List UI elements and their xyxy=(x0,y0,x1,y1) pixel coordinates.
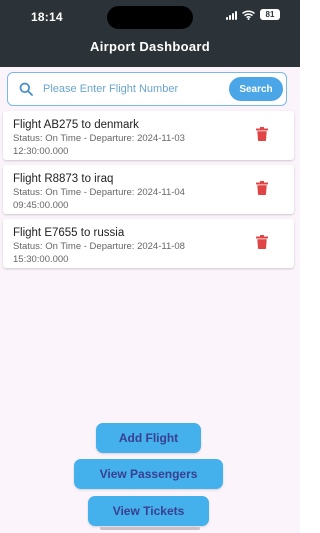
camera-notch xyxy=(107,6,193,29)
flight-list: Flight AB275 to denmark Status: On Time … xyxy=(3,111,294,273)
search-bar: Search xyxy=(7,72,287,106)
flight-title: Flight R8873 to iraq xyxy=(13,173,114,185)
add-flight-button[interactable]: Add Flight xyxy=(96,423,201,453)
flight-status: Status: On Time - Departure: 2024-11-08 xyxy=(13,241,185,252)
flight-card[interactable]: Flight AB275 to denmark Status: On Time … xyxy=(3,111,294,160)
flight-title: Flight AB275 to denmark xyxy=(13,119,139,131)
trash-icon[interactable] xyxy=(256,181,268,195)
battery-icon: 81 xyxy=(260,9,280,20)
flight-time: 09:45:00.000 xyxy=(13,200,69,211)
trash-icon[interactable] xyxy=(256,235,268,249)
flight-card[interactable]: Flight R8873 to iraq Status: On Time - D… xyxy=(3,165,294,214)
app-header: 18:14 81 Airport Dashboard xyxy=(0,0,300,67)
flight-time: 12:30:00.000 xyxy=(13,146,69,157)
flight-status: Status: On Time - Departure: 2024-11-04 xyxy=(13,187,185,198)
flight-status: Status: On Time - Departure: 2024-11-03 xyxy=(13,133,185,144)
flight-time: 15:30:00.000 xyxy=(13,254,69,265)
status-time: 18:14 xyxy=(31,10,63,24)
phone-screen: 18:14 81 Airport Dashboard Search Flight… xyxy=(0,0,300,533)
view-tickets-button[interactable]: View Tickets xyxy=(88,496,209,526)
flight-number-input[interactable] xyxy=(43,83,213,95)
view-passengers-button[interactable]: View Passengers xyxy=(74,459,223,489)
page-title: Airport Dashboard xyxy=(90,39,210,54)
status-icons: 81 xyxy=(226,9,280,20)
trash-icon[interactable] xyxy=(256,127,268,141)
flight-card[interactable]: Flight E7655 to russia Status: On Time -… xyxy=(3,219,294,268)
search-icon xyxy=(19,82,33,96)
search-button[interactable]: Search xyxy=(229,77,283,101)
signal-icon xyxy=(226,10,237,20)
flight-title: Flight E7655 to russia xyxy=(13,227,125,239)
home-indicator[interactable] xyxy=(100,527,200,530)
wifi-icon xyxy=(242,9,255,20)
